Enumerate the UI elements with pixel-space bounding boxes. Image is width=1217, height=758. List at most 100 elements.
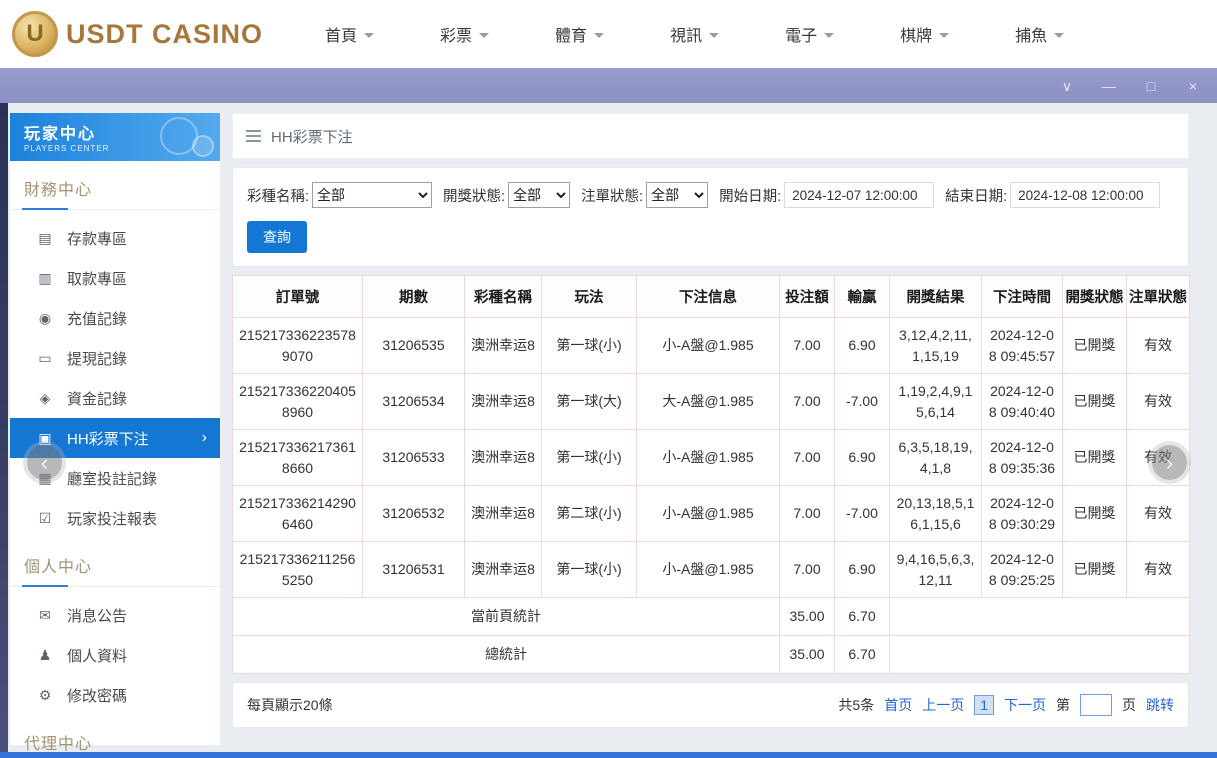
column-header: 下注信息 (637, 276, 780, 318)
nav-item-lottery[interactable]: 彩票 (440, 22, 489, 46)
first-page-link[interactable]: 首页 (884, 695, 912, 715)
nav-item-video[interactable]: 視訊 (670, 22, 719, 46)
end-date-label: 結束日期: (945, 185, 1007, 206)
table-cell: 小-A盤@1.985 (637, 486, 780, 542)
menu-icon[interactable] (246, 130, 261, 142)
sidebar-item-player-report[interactable]: ☑ 玩家投注報表 (10, 498, 220, 538)
scroll-left-button[interactable]: ‹ (27, 445, 62, 480)
table-cell: 2024-12-08 09:30:29 (982, 486, 1063, 542)
main-panel: HH彩票下注 彩種名稱: 全部 開獎狀態: 全部 注單狀態: (232, 113, 1189, 728)
chevron-down-icon (1054, 33, 1064, 38)
goto-page-input[interactable] (1080, 694, 1112, 716)
pagination: 共5条 首页 上一页 1 下一页 第 页 跳转 (838, 694, 1174, 716)
table-row: 2152173362204058960 31206534 澳洲幸运8 第一球(大… (233, 374, 1190, 430)
sidebar-item-withdrawal-record[interactable]: ▭ 提現記錄 (10, 338, 220, 378)
sidebar-item-profile[interactable]: ♟ 個人資料 (10, 635, 220, 675)
sidebar-item-recharge-record[interactable]: ◉ 充值記錄 (10, 298, 220, 338)
section-title-personal: 個人中心 (10, 538, 220, 587)
draw-status-select[interactable]: 全部 (508, 182, 570, 208)
funds-record-icon: ◈ (36, 390, 54, 407)
table-cell: 31206534 (363, 374, 465, 430)
table-cell: 31206533 (363, 430, 465, 486)
table-cell: 已開獎 (1063, 374, 1127, 430)
bottom-edge-decoration (0, 752, 1217, 758)
table-cell: 小-A盤@1.985 (637, 542, 780, 598)
table-cell: 澳洲幸运8 (465, 374, 542, 430)
page-size-text: 每頁顯示20條 (247, 695, 333, 715)
start-date-input[interactable] (784, 182, 934, 208)
sidebar-item-messages[interactable]: ✉ 消息公告 (10, 595, 220, 635)
brand-logo: U USDT CASINO (12, 11, 263, 57)
query-button[interactable]: 查詢 (247, 221, 307, 253)
sidebar-item-label: 資金記錄 (67, 388, 127, 409)
table-cell: 7.00 (780, 318, 835, 374)
goto-jump-button[interactable]: 跳转 (1146, 695, 1174, 715)
finance-menu: ▤ 存款專區 ▥ 取款專區 ◉ 充值記錄 ▭ 提現記錄 ◈ 資金記錄 ▣ HH彩… (10, 210, 220, 538)
sidebar-item-label: 存款專區 (67, 228, 127, 249)
table-cell: 2024-12-08 09:35:36 (982, 430, 1063, 486)
nav-item-home[interactable]: 首頁 (325, 22, 374, 46)
sidebar-item-label: 取款專區 (67, 268, 127, 289)
sidebar-item-label: 廳室投註記錄 (67, 468, 157, 489)
column-header: 投注額 (780, 276, 835, 318)
column-header: 開獎狀態 (1063, 276, 1127, 318)
sidebar-item-funds-record[interactable]: ◈ 資金記錄 (10, 378, 220, 418)
table-header-row: 訂單號 期數 彩種名稱 玩法 下注信息 投注額 輸贏 開獎結果 下注時間 開獎狀… (233, 276, 1190, 318)
goto-suffix-text: 页 (1122, 695, 1136, 715)
table-cell: 澳洲幸运8 (465, 542, 542, 598)
prev-page-link[interactable]: 上一页 (922, 695, 964, 715)
column-header: 期數 (363, 276, 465, 318)
table-cell: 2152173362173618660 (233, 430, 363, 486)
app-header: U USDT CASINO 首頁 彩票 體育 視訊 電子 棋牌 捕魚 (0, 0, 1217, 68)
minimize-icon[interactable]: — (1101, 79, 1117, 93)
order-status-label: 注單狀態: (581, 185, 643, 206)
sidebar-header: 玩家中心 PLAYERS CENTER (10, 113, 220, 161)
table-cell: 2152173362112565250 (233, 542, 363, 598)
maximize-icon[interactable]: □ (1143, 79, 1159, 93)
page-summary-label: 當前頁統計 (233, 598, 780, 636)
table-cell: 第一球(小) (542, 318, 637, 374)
current-page-number[interactable]: 1 (974, 695, 994, 715)
sidebar-item-label: 個人資料 (67, 645, 127, 666)
next-page-link[interactable]: 下一页 (1004, 695, 1046, 715)
table-cell: 小-A盤@1.985 (637, 430, 780, 486)
nav-item-electronic[interactable]: 電子 (785, 22, 834, 46)
breadcrumb: HH彩票下注 (232, 113, 1189, 159)
table-cell: 已開獎 (1063, 486, 1127, 542)
scroll-right-button[interactable]: › (1152, 445, 1187, 480)
nav-item-board-games[interactable]: 棋牌 (900, 22, 949, 46)
chevron-down-icon (824, 33, 834, 38)
personal-menu: ✉ 消息公告 ♟ 個人資料 ⚙ 修改密碼 (10, 587, 220, 715)
collapse-icon[interactable]: ∨ (1059, 79, 1075, 93)
nav-label: 視訊 (670, 22, 702, 46)
table-cell: 7.00 (780, 486, 835, 542)
sidebar-item-deposit[interactable]: ▤ 存款專區 (10, 218, 220, 258)
deposit-card-icon: ▤ (36, 230, 54, 247)
sidebar: 玩家中心 PLAYERS CENTER 財務中心 ▤ 存款專區 ▥ 取款專區 ◉… (10, 113, 220, 745)
column-header: 注單狀態 (1127, 276, 1190, 318)
table-cell: 2024-12-08 09:40:40 (982, 374, 1063, 430)
table-cell: 20,13,18,5,16,1,15,6 (890, 486, 982, 542)
table-cell: 7.00 (780, 430, 835, 486)
nav-item-sports[interactable]: 體育 (555, 22, 604, 46)
column-header: 彩種名稱 (465, 276, 542, 318)
table-cell: 第一球(小) (542, 542, 637, 598)
lottery-name-select[interactable]: 全部 (312, 182, 432, 208)
order-status-select[interactable]: 全部 (646, 182, 708, 208)
table-cell: 大-A盤@1.985 (637, 374, 780, 430)
goto-prefix-text: 第 (1056, 695, 1070, 715)
decoration-circle (192, 135, 214, 157)
sidebar-item-withdraw[interactable]: ▥ 取款專區 (10, 258, 220, 298)
table-cell: 有效 (1127, 542, 1190, 598)
column-header: 玩法 (542, 276, 637, 318)
brand-name: USDT CASINO (66, 19, 263, 50)
sidebar-item-change-password[interactable]: ⚙ 修改密碼 (10, 675, 220, 715)
nav-label: 棋牌 (900, 22, 932, 46)
draw-status-label: 開獎狀態: (443, 185, 505, 206)
close-icon[interactable]: × (1185, 79, 1201, 93)
table-cell: 已開獎 (1063, 430, 1127, 486)
nav-item-fishing[interactable]: 捕魚 (1015, 22, 1064, 46)
end-date-input[interactable] (1010, 182, 1160, 208)
sidebar-item-label: HH彩票下注 (67, 428, 149, 449)
table-cell: 有效 (1127, 318, 1190, 374)
